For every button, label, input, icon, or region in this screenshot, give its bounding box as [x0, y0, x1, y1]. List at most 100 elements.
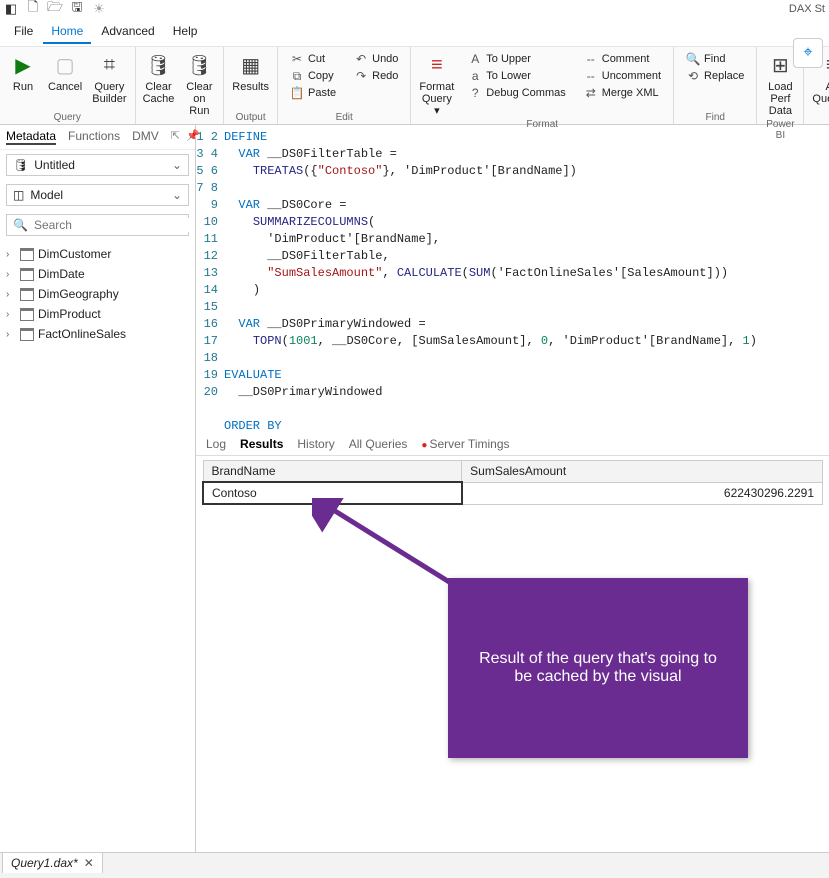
- replace-button[interactable]: ⟲Replace: [682, 68, 748, 84]
- code-editor[interactable]: 1 2 3 4 5 6 7 8 9 10 11 12 13 14 15 16 1…: [196, 125, 829, 431]
- app-title: DAX St: [789, 3, 825, 15]
- callout-text: Result of the query that's going to be c…: [468, 650, 728, 686]
- builder-icon: ⌗: [95, 51, 123, 79]
- paste-button[interactable]: 📋Paste: [286, 85, 340, 101]
- clear-cache-button[interactable]: 🛢 Clear Cache: [140, 49, 178, 119]
- search-input[interactable]: [34, 218, 189, 232]
- merge-icon: ⇄: [584, 86, 598, 100]
- new-file-icon[interactable]: 🗋: [26, 2, 40, 16]
- database-icon: 🛢: [13, 158, 28, 172]
- tree-item-factonlinesales[interactable]: ›FactOnlineSales: [2, 324, 193, 344]
- ribbon: ▶ Run ▢ Cancel ⌗ Query Builder Query 🛢 C…: [0, 47, 829, 125]
- chevron-right-icon: ›: [6, 269, 16, 280]
- undo-button[interactable]: ↶Undo: [350, 51, 402, 67]
- sidebar: Metadata Functions DMV ⇱📌 🛢 Untitled ⌄ ◫…: [0, 125, 196, 867]
- clear-on-run-button[interactable]: 🛢 Clear on Run: [180, 49, 220, 119]
- cancel-button[interactable]: ▢ Cancel: [44, 49, 86, 112]
- uncomment-icon: --: [584, 69, 598, 83]
- code-content[interactable]: DEFINE VAR __DS0FilterTable = TREATAS({"…: [224, 129, 829, 431]
- find-icon: 🔍: [686, 52, 700, 66]
- tab-all-queries[interactable]: All Queries: [349, 437, 408, 451]
- redo-button[interactable]: ↷Redo: [350, 68, 402, 84]
- table-row[interactable]: Contoso 622430296.2291: [203, 482, 823, 504]
- table-icon: [20, 308, 34, 320]
- app-icon: ◧: [4, 2, 18, 16]
- doc-tab-label: Query1.dax*: [11, 856, 78, 870]
- menu-home[interactable]: Home: [43, 20, 91, 44]
- sidebar-tab-metadata[interactable]: Metadata: [6, 129, 56, 145]
- open-file-icon[interactable]: 🗁: [48, 2, 62, 16]
- comment-button[interactable]: --Comment: [580, 51, 665, 67]
- model-tree: ›DimCustomer ›DimDate ›DimGeography ›Dim…: [0, 240, 195, 867]
- format-icon: ≡: [423, 51, 451, 79]
- menu-help[interactable]: Help: [165, 20, 206, 44]
- copy-button[interactable]: ⧉Copy: [286, 68, 340, 84]
- tab-results[interactable]: Results: [240, 437, 283, 451]
- copy-icon: ⧉: [290, 69, 304, 83]
- debug-commas-button[interactable]: ?Debug Commas: [464, 85, 569, 101]
- results-button[interactable]: ▦ Results: [228, 49, 273, 112]
- chevron-right-icon: ›: [6, 289, 16, 300]
- play-icon: ▶: [9, 51, 37, 79]
- tab-log[interactable]: Log: [206, 437, 226, 451]
- col-brandname[interactable]: BrandName: [203, 461, 462, 483]
- annotation-callout: Result of the query that's going to be c…: [448, 578, 748, 758]
- close-icon[interactable]: ✕: [84, 856, 94, 870]
- database-name: Untitled: [34, 158, 75, 172]
- cell-amount[interactable]: 622430296.2291: [462, 482, 823, 504]
- record-dot-icon: ●: [421, 440, 427, 451]
- replace-icon: ⟲: [686, 69, 700, 83]
- database-dropdown[interactable]: 🛢 Untitled ⌄: [6, 154, 189, 176]
- ribbon-group-query-label: Query: [4, 112, 131, 124]
- sidebar-tab-functions[interactable]: Functions: [68, 129, 120, 145]
- chevron-right-icon: ›: [6, 309, 16, 320]
- model-icon: ◫: [13, 188, 24, 202]
- status-bar: Query1.dax* ✕: [0, 852, 829, 878]
- run-button[interactable]: ▶ Run: [4, 49, 42, 112]
- line-gutter: 1 2 3 4 5 6 7 8 9 10 11 12 13 14 15 16 1…: [196, 129, 224, 431]
- model-dropdown[interactable]: ◫ Model ⌄: [6, 184, 189, 206]
- table-icon: [20, 268, 34, 280]
- menu-advanced[interactable]: Advanced: [93, 20, 162, 44]
- to-lower-button[interactable]: aTo Lower: [464, 68, 569, 84]
- chevron-down-icon: ⌄: [172, 188, 182, 202]
- copilot-button[interactable]: ⌖: [793, 38, 823, 68]
- chevron-right-icon: ›: [6, 249, 16, 260]
- theme-toggle-icon[interactable]: ☀: [92, 2, 106, 16]
- tree-item-dimdate[interactable]: ›DimDate: [2, 264, 193, 284]
- search-box[interactable]: 🔍: [6, 214, 189, 236]
- query-builder-button[interactable]: ⌗ Query Builder: [88, 49, 130, 112]
- tab-history[interactable]: History: [297, 437, 334, 451]
- ribbon-group-output-label: Output: [228, 112, 273, 124]
- lower-icon: a: [468, 69, 482, 83]
- tree-item-dimproduct[interactable]: ›DimProduct: [2, 304, 193, 324]
- table-icon: [20, 248, 34, 260]
- ribbon-group-traces-label: Tra: [808, 112, 829, 124]
- results-icon: ▦: [237, 51, 265, 79]
- to-upper-button[interactable]: ATo Upper: [464, 51, 569, 67]
- tree-item-dimgeography[interactable]: ›DimGeography: [2, 284, 193, 304]
- redo-icon: ↷: [354, 69, 368, 83]
- format-query-button[interactable]: ≡ Format Query ▾: [415, 49, 458, 119]
- cut-button[interactable]: ✂Cut: [286, 51, 340, 67]
- menu-file[interactable]: File: [6, 20, 41, 44]
- uncomment-button[interactable]: --Uncomment: [580, 68, 665, 84]
- unpin-icon[interactable]: ⇱: [171, 129, 180, 145]
- col-sumsalesamount[interactable]: SumSalesAmount: [462, 461, 823, 483]
- ribbon-group-edit-label: Edit: [282, 112, 406, 124]
- chevron-down-icon: ⌄: [172, 158, 182, 172]
- table-icon: [20, 328, 34, 340]
- ribbon-group-find-label: Find: [678, 112, 752, 124]
- results-grid[interactable]: BrandName SumSalesAmount Contoso 6224302…: [202, 460, 823, 505]
- sidebar-tab-dmv[interactable]: DMV: [132, 129, 159, 145]
- tab-server-timings[interactable]: ●Server Timings: [421, 437, 509, 451]
- cut-icon: ✂: [290, 52, 304, 66]
- stop-icon: ▢: [51, 51, 79, 79]
- tree-item-dimcustomer[interactable]: ›DimCustomer: [2, 244, 193, 264]
- save-icon[interactable]: 🖫: [70, 2, 84, 16]
- document-tab[interactable]: Query1.dax* ✕: [2, 852, 103, 873]
- find-button[interactable]: 🔍Find: [682, 51, 748, 67]
- cell-brand[interactable]: Contoso: [203, 482, 462, 504]
- merge-xml-button[interactable]: ⇄Merge XML: [580, 85, 665, 101]
- undo-icon: ↶: [354, 52, 368, 66]
